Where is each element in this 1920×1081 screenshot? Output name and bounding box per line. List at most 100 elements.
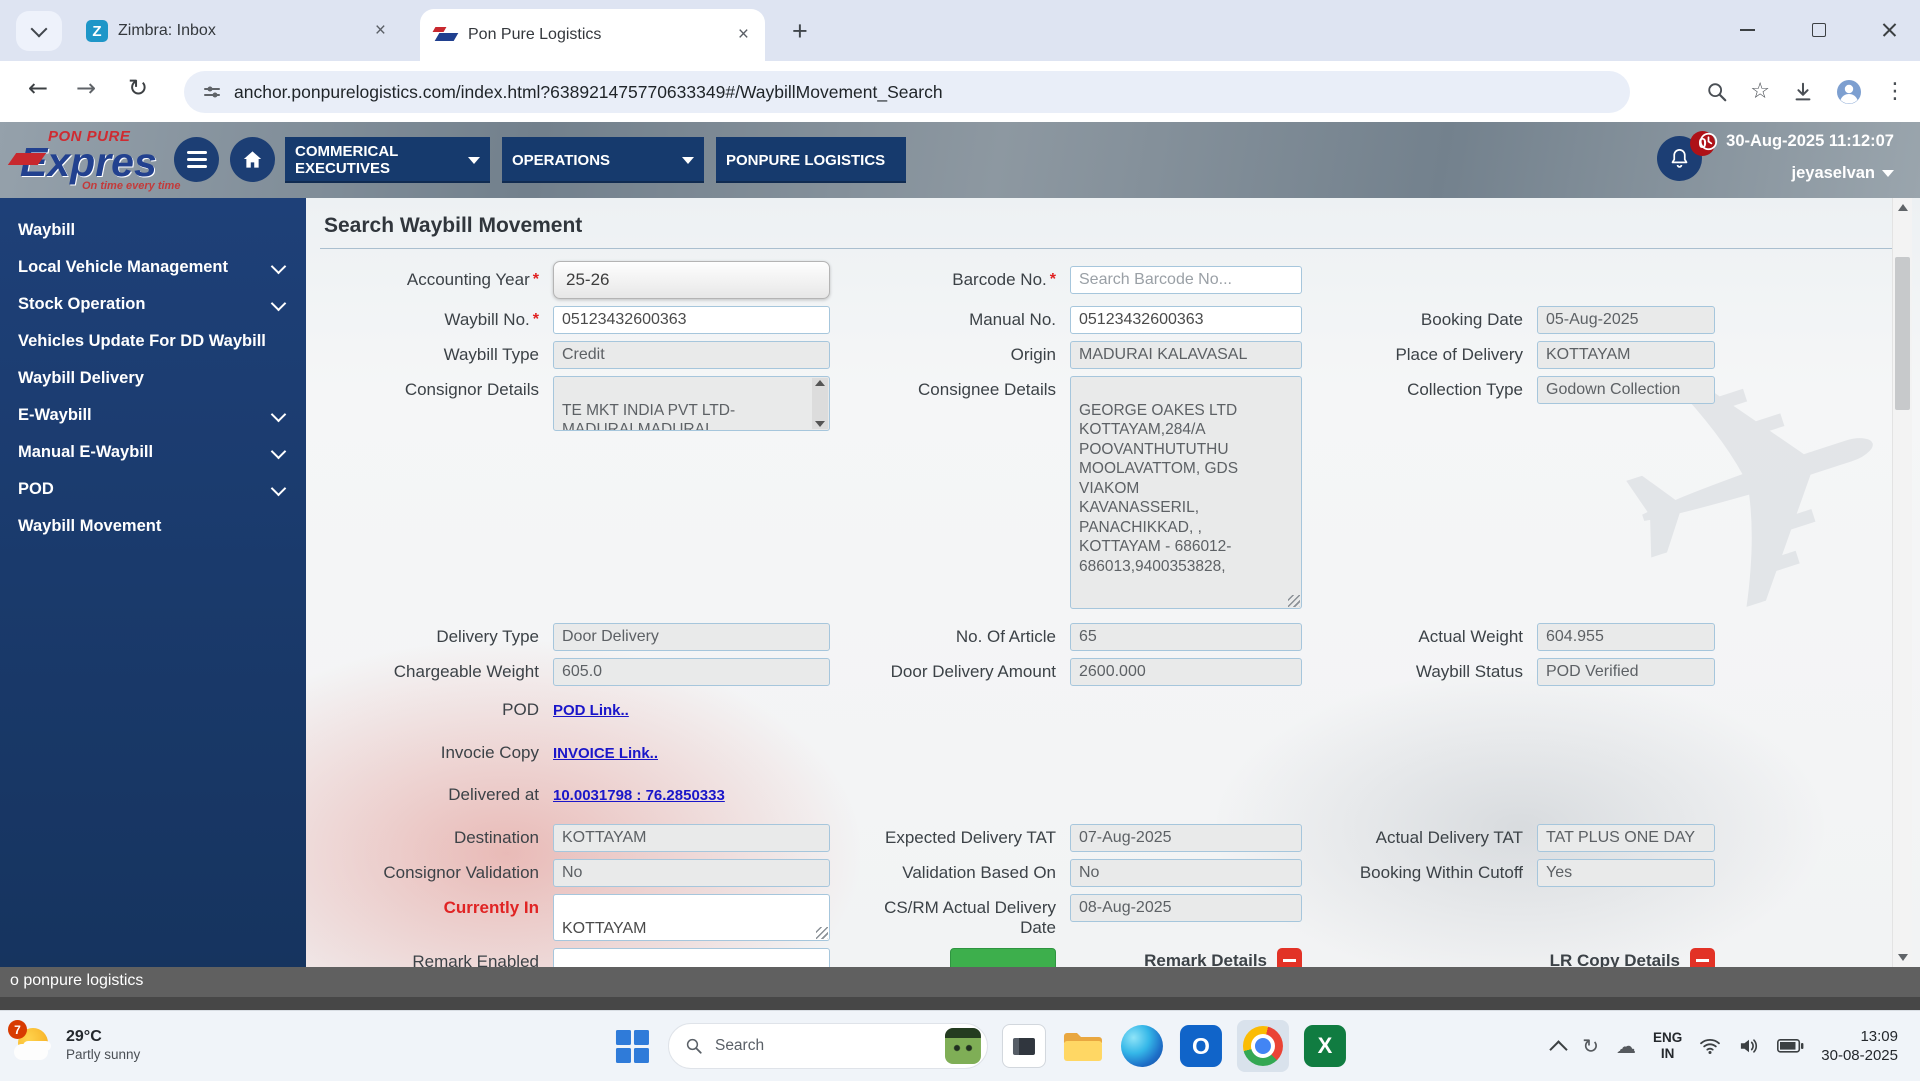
tab-close-icon[interactable]: × (736, 24, 751, 46)
home-button[interactable] (230, 137, 275, 182)
taskbar-date: 30-08-2025 (1821, 1046, 1898, 1065)
onedrive-cloud-icon[interactable]: ☁ (1616, 1034, 1636, 1058)
waybill-no-input[interactable] (553, 306, 830, 334)
page-scrollbar[interactable] (1892, 198, 1912, 967)
sidebar-item-e-waybill[interactable]: E-Waybill (0, 397, 306, 434)
lr-copy-details-group: LR Copy Details (1550, 948, 1715, 967)
actual-weight-input (1537, 623, 1715, 651)
zoom-icon[interactable] (1706, 81, 1728, 103)
form-row: POD POD Link.. (324, 698, 1920, 722)
invoice-link[interactable]: INVOICE Link.. (553, 745, 658, 762)
language-indicator[interactable]: ENG IN (1653, 1030, 1682, 1062)
sidebar-item-stock-operation[interactable]: Stock Operation (0, 286, 306, 323)
download-icon[interactable] (1792, 81, 1814, 103)
sidebar-item-waybill[interactable]: Waybill (0, 212, 306, 249)
window-maximize-button[interactable] (1796, 12, 1842, 48)
taskbar-app-file-explorer[interactable] (1060, 1023, 1106, 1069)
edge-icon (1121, 1025, 1163, 1067)
search-placeholder: Search (715, 1037, 933, 1055)
page-title: Search Waybill Movement (324, 214, 1920, 238)
taskbar-app-outlook[interactable]: O (1178, 1023, 1224, 1069)
taskbar-clock[interactable]: 13:09 30-08-2025 (1821, 1027, 1898, 1065)
field-label-door-delivery-amount: Door Delivery Amount (844, 662, 1056, 682)
taskbar-app-excel[interactable]: X (1302, 1023, 1348, 1069)
window-close-button[interactable] (1866, 12, 1912, 48)
battery-icon[interactable] (1777, 1039, 1804, 1053)
field-label-origin: Origin (844, 345, 1056, 365)
sidebar-item-waybill-movement[interactable]: Waybill Movement (0, 508, 306, 545)
field-label-booking-within-cutoff: Booking Within Cutoff (1316, 863, 1523, 883)
remark-details-doc-icon[interactable] (1277, 948, 1302, 967)
sidebar-item-local-vehicle-management[interactable]: Local Vehicle Management (0, 249, 306, 286)
system-tray: ↻ ☁ ENG IN (1552, 1011, 1898, 1081)
back-button[interactable]: ← (28, 74, 48, 102)
resize-handle-icon[interactable] (816, 927, 828, 939)
manual-no-input[interactable] (1070, 306, 1302, 334)
sidebar-item-manual-e-waybill[interactable]: Manual E-Waybill (0, 434, 306, 471)
menu-operations[interactable]: OPERATIONS (502, 137, 704, 183)
sidebar-item-waybill-delivery[interactable]: Waybill Delivery (0, 360, 306, 397)
volume-icon[interactable] (1738, 1037, 1760, 1055)
weather-badge: 7 (8, 1020, 27, 1039)
taskbar-search-box[interactable]: Search (668, 1023, 988, 1069)
validation-based-on-input (1070, 859, 1302, 887)
chevron-down-icon (271, 444, 287, 460)
field-label-booking-date: Booking Date (1316, 310, 1523, 330)
no-of-article-input (1070, 623, 1302, 651)
resize-handle-icon[interactable] (1288, 595, 1300, 607)
weather-widget[interactable]: 7 29°C Partly sunny (10, 1022, 140, 1068)
spinner-down-icon (815, 421, 825, 427)
taskbar-app-chrome-active[interactable] (1237, 1020, 1289, 1072)
spinner-control[interactable] (812, 378, 828, 429)
action-button[interactable] (950, 948, 1056, 967)
sync-icon[interactable]: ↻ (1582, 1034, 1599, 1058)
tray-chevron-up-icon[interactable] (1550, 1040, 1568, 1058)
accounting-year-select[interactable]: 25-26 (553, 261, 830, 299)
scroll-up-icon[interactable] (1893, 198, 1912, 217)
bookmark-star-icon[interactable]: ☆ (1750, 79, 1770, 104)
field-label-waybill-type: Waybill Type (324, 345, 539, 365)
window-minimize-button[interactable] (1724, 12, 1770, 48)
pod-link[interactable]: POD Link.. (553, 702, 629, 719)
form-row: Currently In KOTTAYAM CS/RM Actual Deliv… (324, 894, 1920, 941)
currently-in-textarea[interactable]: KOTTAYAM (553, 894, 830, 941)
sidebar-item-vehicles-update-dd-waybill[interactable]: Vehicles Update For DD Waybill (0, 323, 306, 360)
ponpure-favicon (434, 26, 458, 44)
barcode-no-input[interactable] (1070, 266, 1302, 294)
booking-date-input (1537, 306, 1715, 334)
start-button[interactable] (609, 1023, 655, 1069)
tab-ponpure-active[interactable]: Pon Pure Logistics × (420, 9, 765, 61)
forward-button[interactable]: → (76, 74, 96, 102)
hamburger-menu-button[interactable] (174, 137, 219, 182)
field-label-place-of-delivery: Place of Delivery (1316, 345, 1523, 365)
reload-button[interactable]: ↻ (128, 74, 148, 102)
delivered-at-coordinates-link[interactable]: 10.0031798 : 76.2850333 (553, 787, 725, 804)
lr-copy-details-doc-icon[interactable] (1690, 948, 1715, 967)
user-menu[interactable]: jeyaselvan (1792, 164, 1894, 183)
tab-zimbra[interactable]: Z Zimbra: Inbox × (72, 9, 402, 53)
scrollbar-thumb[interactable] (1895, 257, 1910, 410)
collection-type-input (1537, 376, 1715, 404)
browser-menu-kebab-icon[interactable]: ⋮ (1884, 79, 1906, 104)
status-bar-text: o ponpure logistics (10, 972, 143, 990)
tab-search-button[interactable] (16, 11, 62, 51)
field-label-consignee-details: Consignee Details (844, 376, 1056, 400)
clock-icon (1699, 132, 1718, 151)
wifi-icon[interactable] (1699, 1037, 1721, 1055)
weather-temp: 29°C (66, 1027, 140, 1046)
url-bar[interactable]: anchor.ponpurelogistics.com/index.html?6… (184, 71, 1630, 113)
scroll-down-icon[interactable] (1893, 948, 1912, 967)
username-text: jeyaselvan (1792, 164, 1875, 183)
field-label-waybill-no: Waybill No.* (324, 310, 539, 330)
remark-enabled-input[interactable] (553, 948, 830, 967)
tab-close-icon[interactable]: × (373, 20, 388, 42)
profile-avatar-icon[interactable] (1836, 79, 1862, 105)
menu-ponpure-logistics[interactable]: PONPURE LOGISTICS (716, 137, 906, 183)
taskbar-app-edge[interactable] (1119, 1023, 1165, 1069)
field-label-cs-rm-actual-delivery-date: CS/RM Actual Delivery Date (844, 894, 1056, 938)
menu-commercial-executives[interactable]: COMMERICALEXECUTIVES (285, 137, 490, 183)
sidebar-item-pod[interactable]: POD (0, 471, 306, 508)
site-settings-icon[interactable] (202, 82, 222, 102)
taskbar-app-console[interactable] (1001, 1023, 1047, 1069)
new-tab-button[interactable]: + (792, 16, 808, 47)
